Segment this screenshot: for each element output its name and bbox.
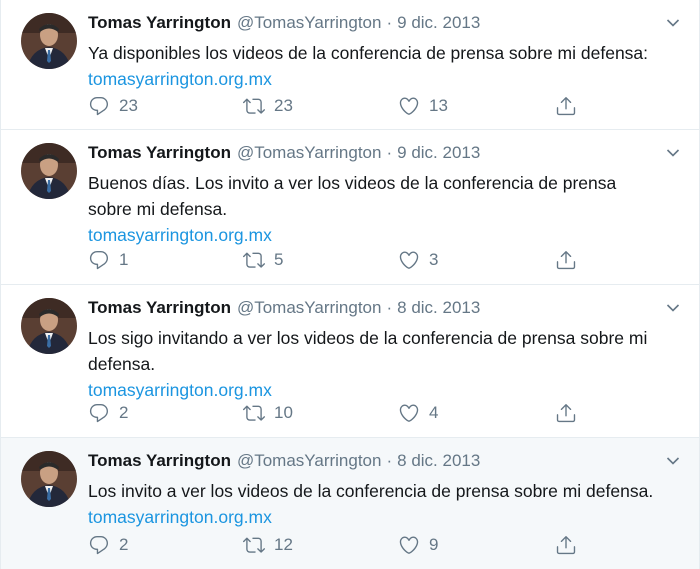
tweet-header: Tomas Yarrington @TomasYarrington · 8 di… <box>88 297 683 319</box>
share-button[interactable] <box>555 95 586 117</box>
heart-icon <box>399 404 419 422</box>
retweet-icon <box>243 252 265 268</box>
share-icon <box>556 536 576 555</box>
avatar[interactable] <box>21 298 77 354</box>
like-count: 13 <box>429 96 448 115</box>
tweet-text: Buenos días. Los invito a ver los videos… <box>88 173 617 219</box>
tweet-header: Tomas Yarrington @TomasYarrington · 9 di… <box>88 142 683 164</box>
heart-icon <box>399 251 419 269</box>
tweet-text: Los sigo invitando a ver los videos de l… <box>88 328 648 374</box>
author-name[interactable]: Tomas Yarrington <box>88 297 231 319</box>
author-name[interactable]: Tomas Yarrington <box>88 142 231 164</box>
separator: · <box>386 451 393 470</box>
reply-button[interactable]: 2 <box>88 402 243 424</box>
reply-button[interactable]: 23 <box>88 95 243 117</box>
heart-icon <box>399 97 419 115</box>
avatar-image <box>21 451 77 507</box>
tweet-date[interactable]: 8 dic. 2013 <box>397 450 480 472</box>
tweet-header: Tomas Yarrington @TomasYarrington · 9 di… <box>88 12 683 34</box>
author-handle[interactable]: @TomasYarrington <box>237 12 382 34</box>
reply-icon <box>89 251 109 270</box>
avatar[interactable] <box>21 451 77 507</box>
heart-icon <box>399 536 419 554</box>
like-button[interactable]: 4 <box>398 402 553 424</box>
author-handle[interactable]: @TomasYarrington <box>237 142 382 164</box>
retweet-button[interactable]: 5 <box>243 249 398 271</box>
retweet-count: 10 <box>274 403 293 422</box>
tweet-text: Ya disponibles los videos de la conferen… <box>88 43 649 63</box>
reply-icon <box>89 404 109 423</box>
reply-button[interactable]: 1 <box>88 249 243 271</box>
like-count: 3 <box>429 250 439 269</box>
reply-count: 2 <box>119 535 129 554</box>
retweet-icon <box>243 537 265 553</box>
separator: · <box>386 143 393 162</box>
reply-count: 23 <box>119 96 138 115</box>
tweet-link[interactable]: tomasyarrington.org.mx <box>88 66 683 92</box>
avatar[interactable] <box>21 143 77 199</box>
retweet-icon <box>243 98 265 114</box>
tweet-feed: Tomas Yarrington @TomasYarrington · 9 di… <box>0 0 700 569</box>
author-name[interactable]: Tomas Yarrington <box>88 12 231 34</box>
separator: · <box>386 13 393 32</box>
like-count: 4 <box>429 403 439 422</box>
chevron-down-icon[interactable] <box>666 18 680 28</box>
chevron-down-icon[interactable] <box>666 303 680 313</box>
retweet-count: 23 <box>274 96 293 115</box>
like-button[interactable]: 3 <box>398 249 553 271</box>
tweet[interactable]: Tomas Yarrington @TomasYarrington · 9 di… <box>1 130 699 285</box>
chevron-down-icon[interactable] <box>666 456 680 466</box>
tweet-text: Los invito a ver los videos de la confer… <box>88 481 654 501</box>
retweet-button[interactable]: 23 <box>243 95 398 117</box>
retweet-icon <box>243 405 265 421</box>
author-handle[interactable]: @TomasYarrington <box>237 297 382 319</box>
author-handle[interactable]: @TomasYarrington <box>237 450 382 472</box>
tweet-actions: 2 12 9 <box>88 531 683 559</box>
share-button[interactable] <box>555 402 586 424</box>
share-icon <box>556 404 576 423</box>
avatar-image <box>21 143 77 199</box>
tweet-date[interactable]: 9 dic. 2013 <box>397 12 480 34</box>
avatar-image <box>21 298 77 354</box>
chevron-down-icon[interactable] <box>666 148 680 158</box>
share-icon <box>556 251 576 270</box>
reply-count: 2 <box>119 403 129 422</box>
tweet-header: Tomas Yarrington @TomasYarrington · 8 di… <box>88 450 683 472</box>
tweet[interactable]: Tomas Yarrington @TomasYarrington · 8 di… <box>1 438 699 569</box>
like-button[interactable]: 9 <box>398 534 553 556</box>
share-icon <box>556 97 576 116</box>
reply-button[interactable]: 2 <box>88 534 243 556</box>
retweet-button[interactable]: 12 <box>243 534 398 556</box>
tweet-actions: 1 5 3 <box>88 246 683 274</box>
tweet-actions: 2 10 4 <box>88 399 683 427</box>
tweet[interactable]: Tomas Yarrington @TomasYarrington · 9 di… <box>1 0 699 130</box>
tweet-link[interactable]: tomasyarrington.org.mx <box>88 222 683 248</box>
tweet-date[interactable]: 8 dic. 2013 <box>397 297 480 319</box>
reply-icon <box>89 97 109 116</box>
tweet-date[interactable]: 9 dic. 2013 <box>397 142 480 164</box>
separator: · <box>386 298 393 317</box>
share-button[interactable] <box>555 249 586 271</box>
author-name[interactable]: Tomas Yarrington <box>88 450 231 472</box>
tweet-actions: 23 23 13 <box>88 92 683 120</box>
like-button[interactable]: 13 <box>398 95 553 117</box>
share-button[interactable] <box>555 534 586 556</box>
retweet-button[interactable]: 10 <box>243 402 398 424</box>
retweet-count: 5 <box>274 250 284 269</box>
avatar-image <box>21 13 77 69</box>
reply-icon <box>89 536 109 555</box>
retweet-count: 12 <box>274 535 293 554</box>
like-count: 9 <box>429 535 439 554</box>
tweet-link[interactable]: tomasyarrington.org.mx <box>88 504 683 530</box>
avatar[interactable] <box>21 13 77 69</box>
reply-count: 1 <box>119 250 129 269</box>
tweet[interactable]: Tomas Yarrington @TomasYarrington · 8 di… <box>1 285 699 438</box>
